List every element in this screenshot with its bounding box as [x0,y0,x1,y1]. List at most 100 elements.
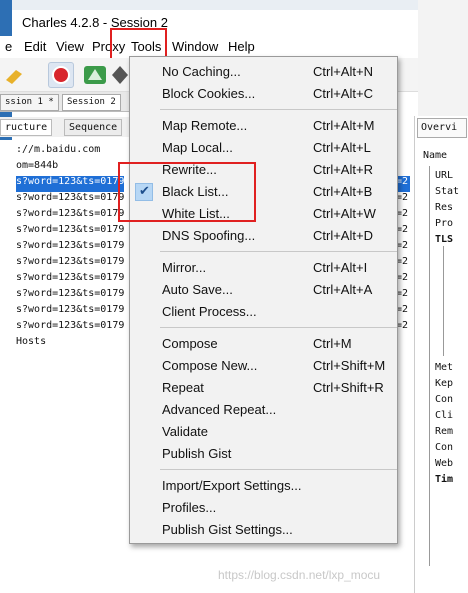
tree-guide-line [443,246,444,356]
menu-item-compose-new[interactable]: Compose New... Ctrl+Shift+M [130,355,397,377]
tree-row[interactable]: s?word=123&ts=0179 [16,240,124,256]
tab-session-1[interactable]: ssion 1 * [0,94,59,111]
menu-bar: e Edit View Proxy Tools Window Help [0,36,418,58]
tree-row[interactable]: s?word=123&ts=0179 [16,224,124,240]
menu-item-label: Compose [162,336,218,351]
tab-structure[interactable]: ructure [0,119,53,136]
menu-item-publish-gist-settings[interactable]: Publish Gist Settings... [130,519,397,541]
menu-item-label: Validate [162,424,209,439]
menu-item-shortcut: Ctrl+Alt+D [313,228,373,243]
menu-item-import-export-settings[interactable]: Import/Export Settings... [130,475,397,497]
menu-separator [160,109,397,110]
menu-item-shortcut: Ctrl+Shift+M [313,358,386,373]
menu-item-dns-spoofing[interactable]: DNS Spoofing... Ctrl+Alt+D [130,225,397,247]
menu-item-map-remote[interactable]: Map Remote... Ctrl+Alt+M [130,115,397,137]
menu-separator [160,251,397,252]
menu-help[interactable]: Help [228,39,255,54]
broom-icon[interactable] [2,62,28,88]
menu-item-shortcut: Ctrl+Alt+W [313,206,376,221]
menu-item-label: DNS Spoofing... [162,228,256,243]
breakpoint-icon[interactable] [112,62,128,88]
tree-row[interactable]: s?word=123&ts=0179 [16,288,124,304]
menu-item-label: Map Local... [162,140,233,155]
tree-row[interactable]: ://m.baidu.com [16,144,100,160]
tree-guide-line [429,166,430,566]
tools-menu: No Caching... Ctrl+Alt+N Block Cookies..… [129,56,398,544]
menu-item-label: Publish Gist Settings... [162,522,293,537]
menu-item-label: Block Cookies... [162,86,256,101]
overview-row[interactable]: TLS [435,234,453,245]
menu-separator [160,327,397,328]
menu-item-shortcut: Ctrl+Alt+M [313,118,375,133]
menu-window[interactable]: Window [172,39,218,54]
menu-item-label: Publish Gist [162,446,232,461]
throttle-icon[interactable] [82,62,108,88]
list-highlight-box [118,162,256,222]
overview-row[interactable]: Con [435,394,453,405]
menu-item-shortcut: Ctrl+Alt+N [313,64,373,79]
overview-row[interactable]: Con [435,442,453,453]
tree-row[interactable]: s?word=123&ts=0179 [16,192,124,208]
menu-item-mirror[interactable]: Mirror... Ctrl+Alt+I [130,257,397,279]
overview-row[interactable]: Kep [435,378,453,389]
menu-item-label: Compose New... [162,358,258,373]
menu-item-shortcut: Ctrl+Alt+L [313,140,371,155]
overview-row[interactable]: Res [435,202,453,213]
tree-row[interactable]: s?word=123&ts=0179 [16,272,124,288]
menu-item-shortcut: Ctrl+Alt+C [313,86,373,101]
title-bar: Charles 4.2.8 - Session 2 [12,10,418,36]
menu-item-label: Repeat [162,380,204,395]
menu-item-shortcut: Ctrl+Alt+I [313,260,368,275]
menu-item-shortcut: Ctrl+M [313,336,352,351]
menu-item-label: Client Process... [162,304,257,319]
overview-row[interactable]: Met [435,362,453,373]
structure-tree: ://m.baidu.com om=844b s?word=123&ts=017… [0,140,130,593]
menu-item-map-local[interactable]: Map Local... Ctrl+Alt+L [130,137,397,159]
menu-item-label: Profiles... [162,500,217,515]
tree-row-selected[interactable]: s?word=123&ts=0179 [16,176,125,192]
menu-item-auto-save[interactable]: Auto Save... Ctrl+Alt+A [130,279,397,301]
tree-row[interactable]: s?word=123&ts=0179 [16,256,124,272]
overview-row[interactable]: Tim [435,474,453,485]
menu-item-validate[interactable]: Validate [130,421,397,443]
tree-row[interactable]: s?word=123&ts=0179 [16,208,124,224]
overview-row[interactable]: Name [423,150,447,161]
tab-overview[interactable]: Overvi [417,118,467,138]
menu-item-shortcut: Ctrl+Alt+B [313,184,373,199]
menu-view[interactable]: View [56,39,84,54]
menu-item-no-caching[interactable]: No Caching... Ctrl+Alt+N [130,61,397,83]
overview-panel: Overvi Name URL Stat Res Pro TLS Met Kep… [414,116,468,593]
menu-item-label: Advanced Repeat... [162,402,277,417]
menu-item-client-process[interactable]: Client Process... [130,301,397,323]
menu-item-label: Import/Export Settings... [162,478,302,493]
menu-item-shortcut: Ctrl+Alt+R [313,162,373,177]
tree-row[interactable]: s?word=123&ts=0179 [16,304,124,320]
overview-row[interactable]: Web [435,458,453,469]
record-icon[interactable] [48,62,74,88]
menu-item-block-cookies[interactable]: Block Cookies... Ctrl+Alt+C [130,83,397,105]
menu-item-advanced-repeat[interactable]: Advanced Repeat... [130,399,397,421]
overview-row[interactable]: Pro [435,218,453,229]
overview-row[interactable]: URL [435,170,453,181]
menu-item-label: Map Remote... [162,118,248,133]
tree-row[interactable]: s?word=123&ts=0179 [16,320,124,336]
tree-row[interactable]: om=844b [16,160,58,176]
menu-item-label: Mirror... [162,260,207,275]
menu-item-repeat[interactable]: Repeat Ctrl+Shift+R [130,377,397,399]
overview-row[interactable]: Stat [435,186,459,197]
menu-file[interactable]: e [5,39,12,54]
menu-item-label: Auto Save... [162,282,233,297]
row-endings: =2 =2 =2 =2 =2 =2 =2 =2 =2 =2 [396,140,414,340]
session-tabs: ssion 1 * Session 2 [0,92,130,112]
tab-sequence[interactable]: Sequence [64,119,123,136]
view-tabs: ructure Sequence [0,117,130,137]
menu-item-publish-gist[interactable]: Publish Gist [130,443,397,465]
overview-row[interactable]: Rem [435,426,453,437]
tab-session-2[interactable]: Session 2 [62,94,121,111]
menu-item-profiles[interactable]: Profiles... [130,497,397,519]
menu-edit[interactable]: Edit [24,39,46,54]
menu-item-compose[interactable]: Compose Ctrl+M [130,333,397,355]
overview-row[interactable]: Cli [435,410,453,421]
tree-row-hosts[interactable]: Hosts [16,336,46,352]
menu-item-shortcut: Ctrl+Shift+R [313,380,384,395]
